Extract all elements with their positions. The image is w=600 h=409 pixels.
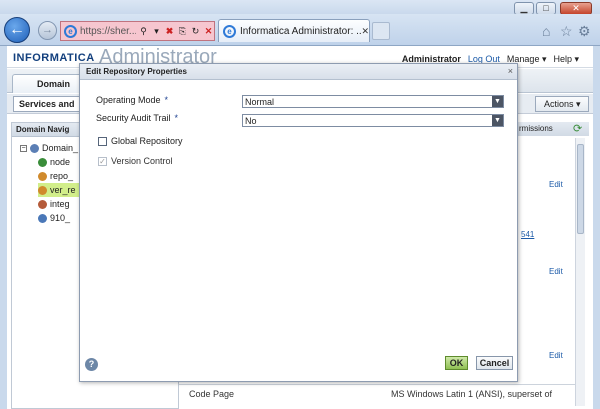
- url-text[interactable]: https://sher...: [80, 26, 136, 37]
- global-repository-row: Global Repository: [98, 136, 183, 146]
- integration-service-icon: [38, 199, 47, 209]
- tab-title: Informatica Administrator: ...: [239, 25, 362, 37]
- global-repository-label: Global Repository: [111, 136, 183, 146]
- operating-mode-label: Operating Mode *: [96, 95, 168, 105]
- search-service-icon: [38, 213, 47, 223]
- tree-item-910[interactable]: 910_: [38, 211, 70, 225]
- favorites-star-icon[interactable]: ☆: [560, 23, 573, 40]
- forward-button[interactable]: →: [38, 21, 57, 40]
- tree-label: 910_: [50, 213, 71, 223]
- tab-domain[interactable]: Domain: [12, 74, 88, 93]
- edit-link[interactable]: Edit: [549, 351, 563, 360]
- code-page-value: MS Windows Latin 1 (ANSI), superset of: [391, 389, 553, 399]
- edit-link[interactable]: Edit: [549, 267, 563, 276]
- required-mark: *: [164, 95, 169, 105]
- browser-window: ▁ □ ✕ ← → e https://sher... ⚲ ▾ ✖ ⎘ ↻ ✕ …: [0, 0, 600, 409]
- collapse-icon[interactable]: −: [20, 144, 27, 152]
- tree-label: ver_re: [50, 185, 76, 195]
- search-icon[interactable]: ⚲: [138, 25, 149, 37]
- new-tab-button[interactable]: [372, 22, 390, 40]
- vertical-scrollbar[interactable]: [575, 138, 585, 406]
- navigation-bar: ← → e https://sher... ⚲ ▾ ✖ ⎘ ↻ ✕ e Info…: [0, 14, 600, 46]
- required-mark: *: [174, 113, 179, 123]
- domain-icon: [30, 143, 39, 153]
- back-button[interactable]: ←: [4, 17, 30, 43]
- dialog-title: Edit Repository Properties: [86, 67, 187, 76]
- tab-close-icon[interactable]: ✕: [361, 26, 369, 37]
- repository-service-icon: [38, 185, 47, 195]
- edit-link[interactable]: Edit: [549, 180, 563, 189]
- gear-icon[interactable]: ⚙: [578, 23, 591, 40]
- tree-label: repo_: [50, 171, 74, 181]
- operating-mode-select[interactable]: Normal ▼: [242, 95, 504, 108]
- tab-favicon-icon: e: [223, 24, 236, 38]
- node-icon: [38, 157, 47, 167]
- global-repository-checkbox[interactable]: [98, 136, 107, 146]
- chevron-down-icon[interactable]: ▼: [492, 96, 503, 107]
- browser-tab[interactable]: e Informatica Administrator: ... ✕: [218, 19, 370, 42]
- version-control-label: Version Control: [111, 156, 173, 166]
- select-value: No: [245, 116, 257, 126]
- compatibility-icon[interactable]: ⎘: [177, 25, 188, 37]
- repository-service-icon: [38, 171, 47, 181]
- tree-item-node[interactable]: node: [38, 155, 70, 169]
- audit-trail-select[interactable]: No ▼: [242, 114, 504, 127]
- tree-label: integ: [50, 199, 70, 209]
- code-page-label: Code Page: [189, 389, 235, 399]
- version-control-row: ✓ Version Control: [98, 156, 173, 166]
- refresh-icon[interactable]: ⟳: [573, 122, 582, 135]
- tree-label: Domain_: [42, 143, 79, 153]
- tab-services-and-nodes[interactable]: Services and: [13, 96, 87, 112]
- cancel-button[interactable]: Cancel: [476, 356, 513, 370]
- code-page-row: Code Page MS Windows Latin 1 (ANSI), sup…: [179, 384, 575, 402]
- version-control-checkbox[interactable]: ✓: [98, 156, 107, 166]
- stop-icon[interactable]: ✕: [203, 25, 214, 37]
- address-bar[interactable]: e https://sher... ⚲ ▾ ✖ ⎘ ↻ ✕: [60, 21, 215, 41]
- tree-label: node: [50, 157, 71, 167]
- dropdown-icon[interactable]: ▾: [151, 25, 162, 37]
- ok-button[interactable]: OK: [445, 356, 468, 370]
- audit-trail-label: Security Audit Trail *: [96, 113, 178, 123]
- select-value: Normal: [245, 97, 275, 107]
- ie-logo-icon: e: [64, 24, 77, 38]
- scrollbar-thumb[interactable]: [577, 144, 584, 234]
- home-icon[interactable]: ⌂: [542, 23, 550, 39]
- edit-repository-dialog: Edit Repository Properties × Operating M…: [79, 63, 518, 382]
- help-menu[interactable]: Help ▾: [553, 54, 579, 65]
- tree-item-integration[interactable]: integ: [38, 197, 70, 211]
- dialog-header: Edit Repository Properties ×: [80, 64, 517, 80]
- certificate-error-icon[interactable]: ✖: [164, 25, 175, 37]
- tree-item-repo[interactable]: repo_: [38, 169, 73, 183]
- label-text: Operating Mode: [96, 95, 161, 105]
- chevron-down-icon[interactable]: ▼: [492, 115, 503, 126]
- label-text: Security Audit Trail: [96, 113, 171, 123]
- refresh-icon[interactable]: ↻: [190, 25, 201, 37]
- actions-menu-button[interactable]: Actions ▾: [535, 96, 589, 112]
- help-icon[interactable]: ?: [85, 358, 98, 371]
- tree-item-domain[interactable]: − Domain_: [20, 141, 78, 155]
- link-541[interactable]: 541: [521, 230, 534, 239]
- close-icon[interactable]: ×: [508, 66, 513, 76]
